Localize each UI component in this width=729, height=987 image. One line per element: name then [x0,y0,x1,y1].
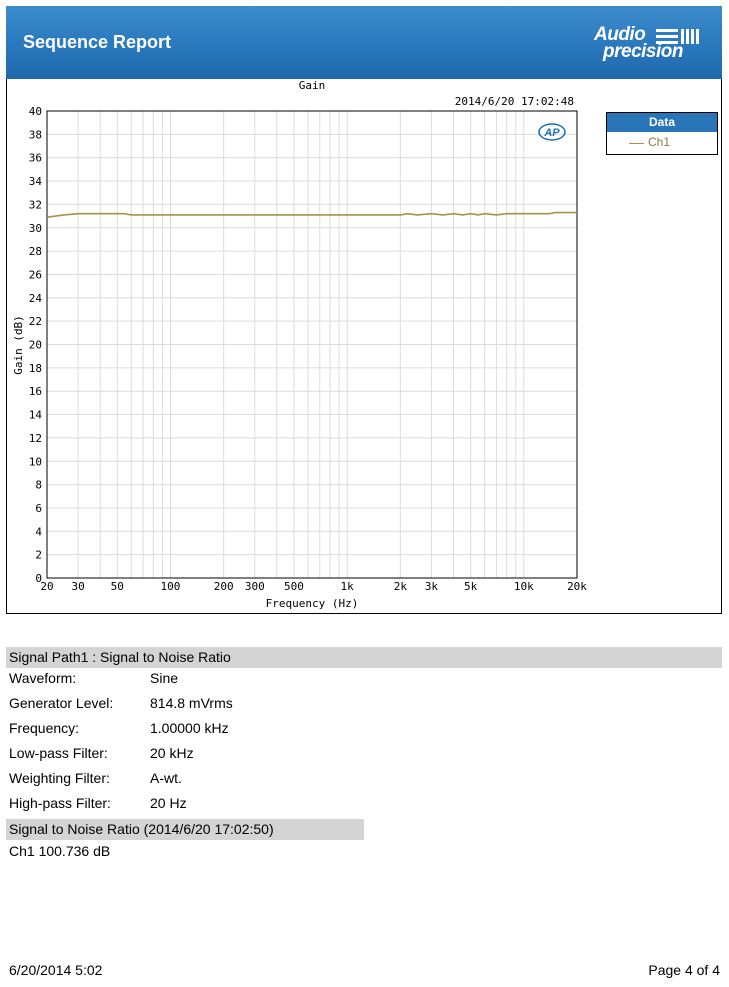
signal-path-section-header: Signal Path1 : Signal to Noise Ratio [6,647,722,668]
x-tick-label: 5k [464,580,478,593]
gain-chart: 0246810121416182022242628303234363840 20… [12,79,587,610]
legend-entry-ch1: Ch1 [607,132,717,154]
ap-badge-icon: AP [538,123,566,141]
graph-panel: 0 2 4 6 8 10 12 14 16 18 20 22 24 26 28 30 32 34 36 38 40 20… [6,79,722,614]
y-tick-label: 20 [29,339,42,352]
low-pass-filter-label: Low-pass Filter: [9,745,108,761]
y-tick-label: 32 [29,198,42,211]
y-tick-label: 18 [29,362,42,375]
y-tick-label: 2 [35,549,42,562]
frequency-label: Frequency: [9,720,80,736]
audio-precision-logo: Audio precision [588,24,708,68]
x-tick-label: 500 [284,580,304,593]
x-tick-label: 1k [341,580,355,593]
chart-title: Gain [299,79,326,92]
high-pass-filter-label: High-pass Filter: [9,795,111,811]
y-tick-label: 4 [35,525,42,538]
snr-result-value: Ch1 100.736 dB [9,843,111,859]
x-tick-labels: 20 30 50 100 200 300 500 1k 2k 3k 5k 10k 20k [40,580,587,593]
y-tick-label: 28 [29,245,42,258]
y-tick-label: 38 [29,128,42,141]
y-tick-label: 12 [29,432,42,445]
waveform-label: Waveform: [9,670,77,686]
x-tick-label: 10k [514,580,534,593]
y-tick-label: 30 [29,222,42,235]
series-layer [46,211,577,218]
snr-result-header: Signal to Noise Ratio (2014/6/20 17:02:5… [6,819,364,840]
series-line-ch1 [46,211,577,218]
y-axis-label: Gain (dB) [12,315,25,375]
logo-text-precision: precision [603,41,683,62]
x-tick-label: 300 [245,580,265,593]
high-pass-filter-value: 20 Hz [150,795,187,811]
y-tick-label: 10 [29,455,42,468]
y-tick-labels: 0246810121416182022242628303234363840 [29,105,43,585]
y-tick-label: 36 [29,152,42,165]
grid-lines [47,111,577,578]
frequency-value: 1.00000 kHz [150,720,229,736]
x-tick-label: 30 [71,580,84,593]
x-tick-label: 200 [214,580,234,593]
x-tick-label: 20 [40,580,53,593]
legend-label: Ch1 [648,135,671,149]
low-pass-filter-value: 20 kHz [150,745,194,761]
y-tick-label: 22 [29,315,42,328]
generator-level-value: 814.8 mVrms [150,695,233,711]
legend-title: Data [607,113,717,132]
y-tick-label: 8 [35,479,42,492]
x-tick-label: 50 [111,580,124,593]
report-header: Sequence Report Audio precision [6,6,722,79]
ap-badge-text: AP [543,127,560,139]
x-axis-label: Frequency (Hz) [266,597,359,610]
weighting-filter-label: Weighting Filter: [9,770,110,786]
chart-legend: Data Ch1 [606,112,718,155]
x-tick-label: 20k [567,580,587,593]
x-tick-label: 3k [425,580,439,593]
y-tick-label: 26 [29,268,42,281]
report-title: Sequence Report [23,32,172,52]
chart-timestamp: 2014/6/20 17:02:48 [455,95,574,108]
x-tick-label: 100 [161,580,181,593]
y-tick-label: 34 [29,175,43,188]
y-tick-label: 16 [29,385,42,398]
y-tick-label: 24 [29,292,43,305]
x-tick-label: 2k [394,580,408,593]
weighting-filter-value: A-wt. [150,770,182,786]
page-number: Page 4 of 4 [648,962,720,978]
y-tick-label: 14 [29,409,43,422]
y-tick-label: 6 [35,502,42,515]
y-tick-label: 40 [29,105,42,118]
waveform-value: Sine [150,670,179,686]
generator-level-label: Generator Level: [9,695,114,711]
footer-date: 6/20/2014 5:02 [9,962,103,978]
legend-swatch [629,143,644,144]
